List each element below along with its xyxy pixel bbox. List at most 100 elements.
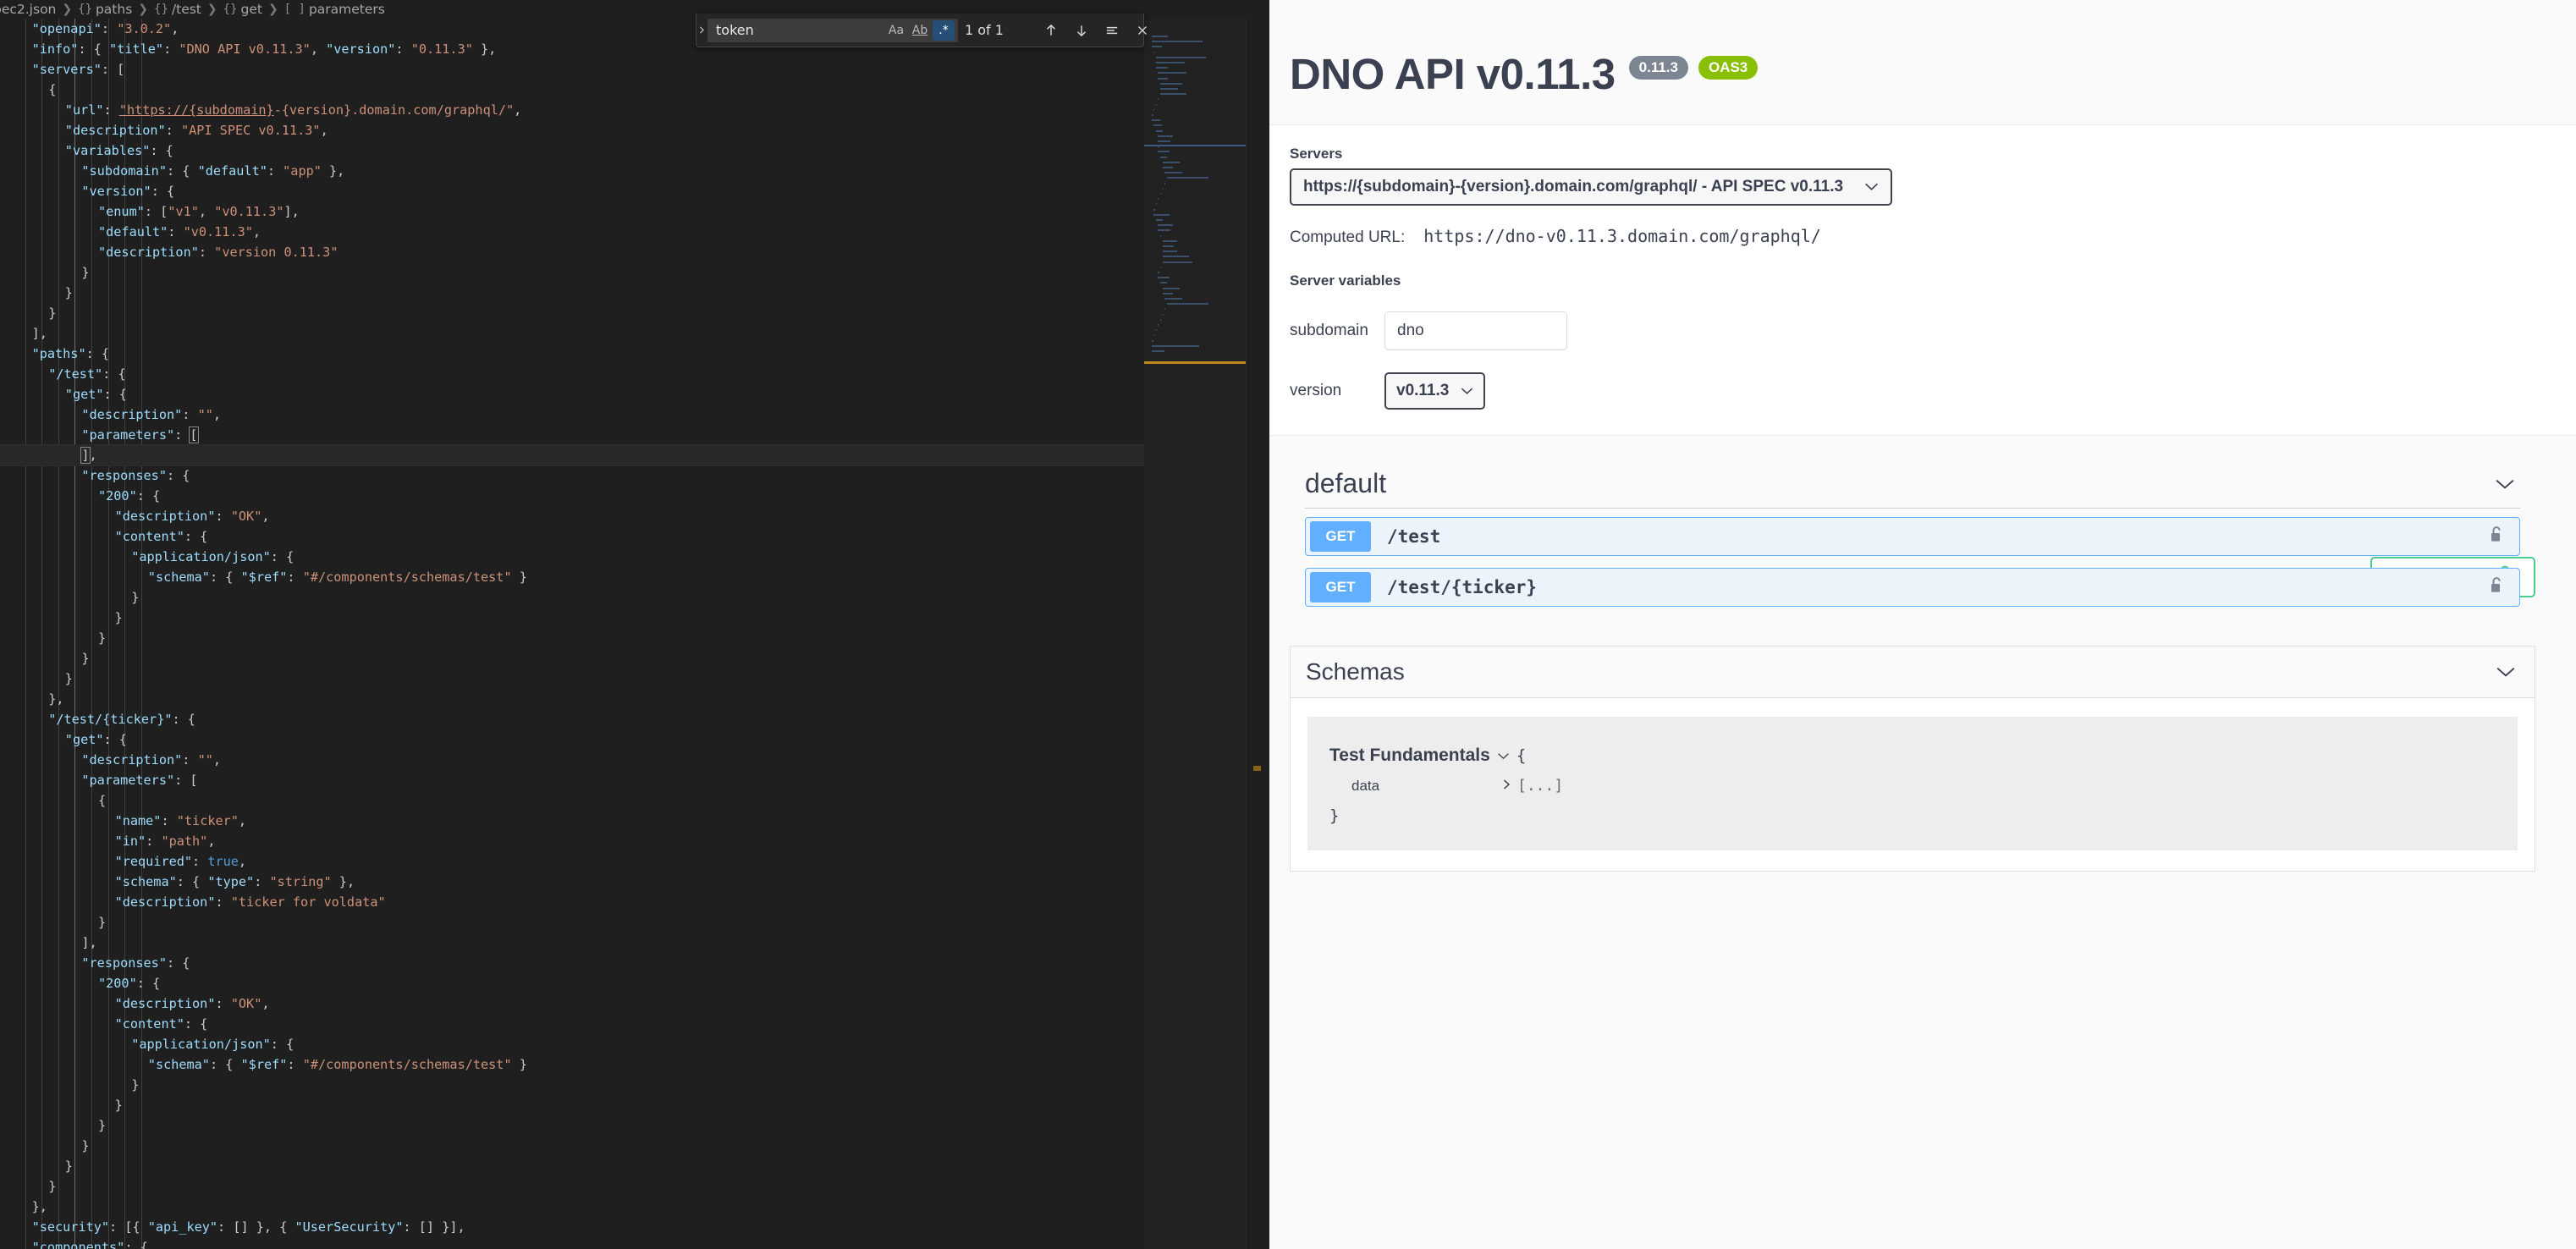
code-line[interactable]: {	[0, 790, 1147, 811]
code-line[interactable]: ],	[0, 323, 1147, 344]
use-regex-icon[interactable]: .*	[933, 19, 955, 41]
code-line[interactable]: "servers": [	[0, 59, 1147, 80]
code-line[interactable]: "description": "API SPEC v0.11.3",	[0, 120, 1147, 140]
code-line[interactable]: "get": {	[0, 729, 1147, 750]
editor-minimap[interactable]	[1144, 19, 1246, 1249]
code-line[interactable]: "schema": { "type": "string" },	[0, 872, 1147, 892]
code-line[interactable]: "description": "OK",	[0, 993, 1147, 1014]
breadcrumb-item[interactable]: {} get	[223, 2, 262, 17]
code-line[interactable]: "description": "OK",	[0, 506, 1147, 526]
code-line[interactable]: ],	[0, 445, 1147, 465]
code-line[interactable]: "schema": { "$ref": "#/components/schema…	[0, 1054, 1147, 1075]
code-line[interactable]: "200": {	[0, 486, 1147, 506]
schemas-header[interactable]: Schemas	[1291, 647, 2535, 698]
code-line[interactable]: "subdomain": { "default": "app" },	[0, 161, 1147, 181]
code-content[interactable]: "openapi": "3.0.2", "info": { "title": "D…	[0, 19, 1147, 1249]
tag-header-default[interactable]: default	[1290, 459, 2535, 508]
code-line[interactable]: "security": [{ "api_key": [] }, { "UserS…	[0, 1217, 1147, 1237]
code-line[interactable]: "description": "",	[0, 750, 1147, 770]
minimap-line	[1160, 82, 1182, 85]
code-line[interactable]: "application/json": {	[0, 1034, 1147, 1054]
code-line[interactable]: "enum": ["v1", "v0.11.3"],	[0, 201, 1147, 222]
code-line[interactable]: }	[0, 587, 1147, 608]
chevron-down-icon[interactable]	[2495, 473, 2515, 495]
code-line[interactable]: "components": {	[0, 1237, 1147, 1249]
minimap-slider[interactable]	[1144, 19, 1246, 1249]
code-line[interactable]: "parameters": [	[0, 425, 1147, 445]
find-input[interactable]	[708, 22, 885, 38]
code-line[interactable]: "/test/{ticker}": {	[0, 709, 1147, 729]
unlock-icon[interactable]	[2489, 576, 2504, 599]
code-line[interactable]: "schema": { "$ref": "#/components/schema…	[0, 567, 1147, 587]
operation-row[interactable]: GET/test/{ticker}	[1305, 568, 2520, 607]
code-line[interactable]: "description": "ticker for voldata"	[0, 892, 1147, 912]
code-line[interactable]: "default": "v0.11.3",	[0, 222, 1147, 242]
code-line[interactable]: "parameters": [	[0, 770, 1147, 790]
schemas-body: Test Fundamentals { data [...]}	[1291, 698, 2535, 871]
chevron-down-icon[interactable]	[2496, 661, 2516, 683]
code-line[interactable]: },	[0, 1197, 1147, 1217]
code-line[interactable]: }	[0, 608, 1147, 628]
code-line[interactable]: {	[0, 80, 1147, 100]
close-icon[interactable]	[1132, 20, 1153, 41]
code-line[interactable]: "get": {	[0, 384, 1147, 404]
code-line[interactable]: "description": "",	[0, 404, 1147, 425]
code-line[interactable]: }	[0, 1115, 1147, 1136]
find-widget[interactable]: Aa Ab .* 1 of 1	[696, 14, 1147, 47]
breadcrumb[interactable]: pec2.json❯{}paths❯{}/test❯{}get❯[ ]param…	[0, 2, 385, 17]
code-line[interactable]: }	[0, 1095, 1147, 1115]
code-line[interactable]: "version": {	[0, 181, 1147, 201]
code-line[interactable]: }	[0, 283, 1147, 303]
code-line[interactable]: "required": true,	[0, 851, 1147, 872]
code-line[interactable]: }	[0, 1176, 1147, 1197]
code-line[interactable]: "in": "path",	[0, 831, 1147, 851]
arrow-up-icon[interactable]	[1041, 20, 1061, 41]
breadcrumb-item[interactable]: {} paths	[78, 2, 132, 17]
code-line[interactable]: }	[0, 1156, 1147, 1176]
chevron-down-icon[interactable]	[1497, 748, 1510, 763]
code-line[interactable]: "200": {	[0, 973, 1147, 993]
unlock-icon[interactable]	[2489, 525, 2504, 548]
code-line[interactable]: "paths": {	[0, 344, 1147, 364]
code-line[interactable]: }	[0, 303, 1147, 323]
code-line[interactable]: "variables": {	[0, 140, 1147, 161]
code-line[interactable]: },	[0, 689, 1147, 709]
code-line[interactable]: "responses": {	[0, 465, 1147, 486]
code-token: ""	[197, 752, 213, 768]
chevron-right-icon[interactable]	[696, 14, 707, 47]
chevron-right-icon[interactable]	[1502, 779, 1511, 794]
code-line[interactable]: }	[0, 262, 1147, 283]
code-line[interactable]: "content": {	[0, 1014, 1147, 1034]
code-line[interactable]: "url": "https://{subdomain}-{version}.do…	[0, 100, 1147, 120]
code-line[interactable]: }	[0, 1075, 1147, 1095]
match-case-icon[interactable]: Aa	[885, 20, 907, 41]
find-input-wrapper[interactable]: Aa Ab .*	[707, 18, 958, 42]
code-token: }	[81, 1138, 90, 1153]
subdomain-input[interactable]	[1384, 311, 1567, 350]
code-line[interactable]: }	[0, 912, 1147, 933]
code-line[interactable]: "content": {	[0, 526, 1147, 547]
code-line[interactable]: }	[0, 648, 1147, 669]
arrow-down-icon[interactable]	[1071, 20, 1092, 41]
code-line[interactable]: ],	[0, 933, 1147, 953]
server-select[interactable]: https://{subdomain}-{version}.domain.com…	[1290, 168, 1892, 206]
breadcrumb-item[interactable]: [ ] parameters	[284, 2, 385, 17]
code-line[interactable]: }	[0, 669, 1147, 689]
whole-word-icon[interactable]: Ab	[909, 20, 931, 41]
code-line[interactable]: }	[0, 1136, 1147, 1156]
operation-row[interactable]: GET/test	[1305, 517, 2520, 556]
code-line[interactable]: "name": "ticker",	[0, 811, 1147, 831]
code-line[interactable]: "application/json": {	[0, 547, 1147, 567]
code-editor-viewport[interactable]: "openapi": "3.0.2", "info": { "title": "D…	[0, 19, 1269, 1249]
editor-overview-ruler[interactable]	[1246, 19, 1269, 1249]
find-in-selection-icon[interactable]	[1102, 20, 1122, 41]
code-line[interactable]: "description": "version 0.11.3"	[0, 242, 1147, 262]
minimap-line	[1166, 303, 1208, 305]
code-line[interactable]: "responses": {	[0, 953, 1147, 973]
code-line[interactable]: }	[0, 628, 1147, 648]
model-title-row[interactable]: Test Fundamentals {	[1329, 746, 2496, 766]
breadcrumb-item[interactable]: {}/test	[154, 2, 201, 17]
code-line[interactable]: "/test": {	[0, 364, 1147, 384]
version-select[interactable]: v0.11.3	[1384, 372, 1486, 410]
breadcrumb-item[interactable]: pec2.json	[0, 2, 56, 17]
